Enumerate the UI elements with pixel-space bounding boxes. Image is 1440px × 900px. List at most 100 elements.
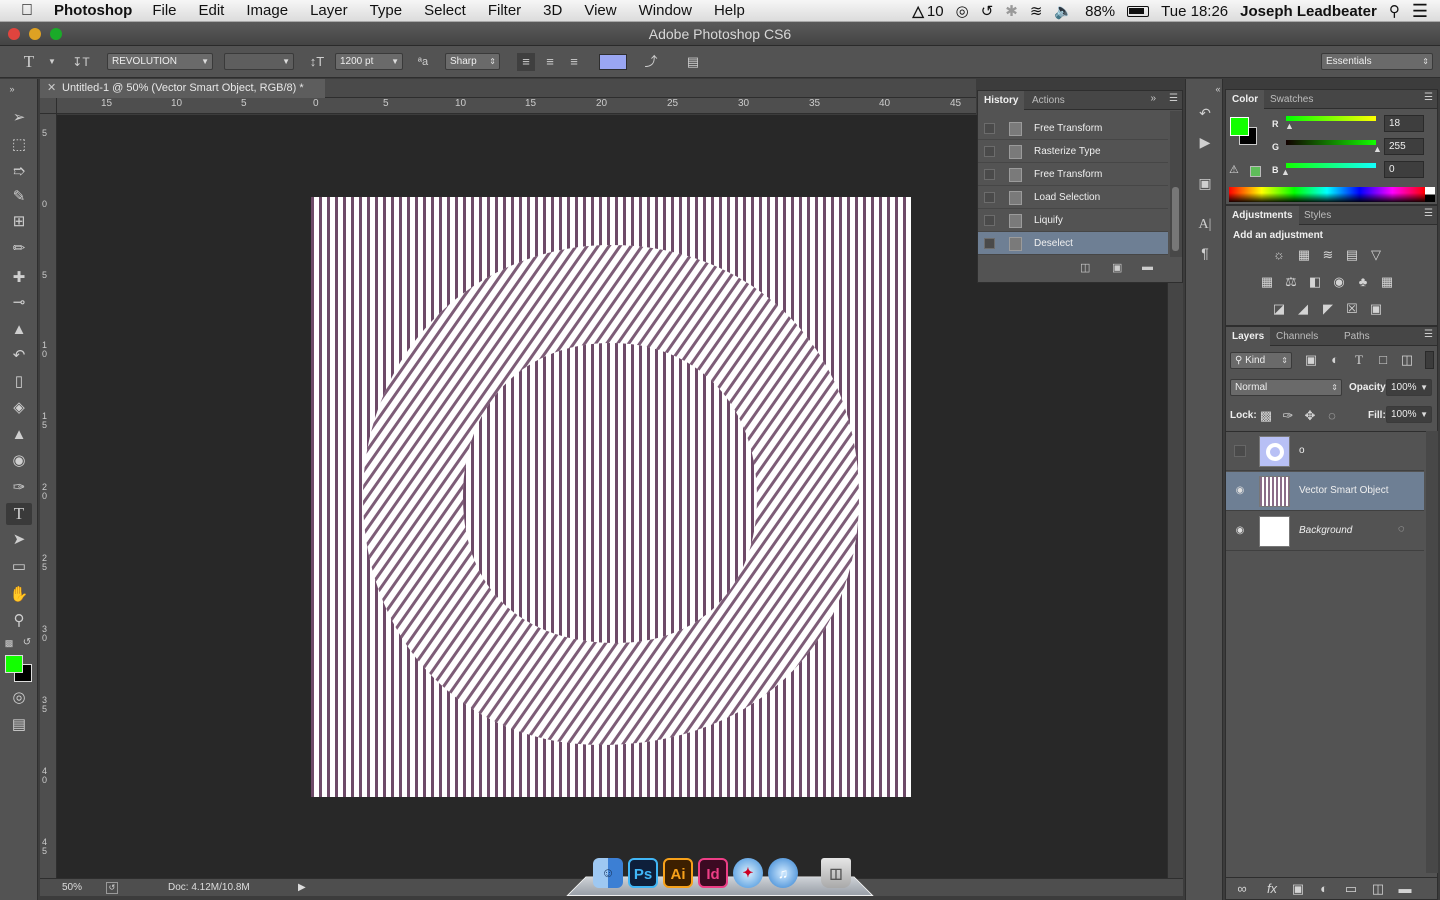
healing-brush-tool-icon[interactable]: ✚	[6, 267, 32, 289]
history-item[interactable]: Rasterize Type	[978, 140, 1168, 163]
blue-slider-thumb-icon[interactable]: ▲	[1281, 167, 1290, 177]
crop-tool-icon[interactable]: ⊞	[6, 211, 32, 233]
history-snapshot-checkbox[interactable]	[984, 123, 995, 134]
dock-app-illustrator[interactable]: Ai	[663, 858, 693, 888]
font-style-select[interactable]: ▼	[224, 53, 294, 70]
blend-mode-select[interactable]: Normal ⇕	[1230, 379, 1342, 396]
red-slider-thumb-icon[interactable]: ▲	[1285, 121, 1294, 131]
menu-app-name[interactable]: Photoshop	[54, 2, 132, 19]
character-panel-icon[interactable]: A|	[1195, 215, 1215, 235]
tab-paths[interactable]: Paths	[1338, 327, 1376, 346]
new-layer-icon[interactable]: ◫	[1370, 881, 1386, 897]
menu-file[interactable]: File	[142, 2, 188, 19]
document-tab[interactable]: ✕ Untitled-1 @ 50% (Vector Smart Object,…	[40, 79, 325, 98]
filter-shape-icon[interactable]: □	[1375, 352, 1391, 368]
red-value-field[interactable]: 18	[1384, 115, 1424, 132]
dodge-tool-icon[interactable]: ◉	[6, 450, 32, 472]
new-snapshot-icon[interactable]: ▣	[1112, 261, 1122, 274]
type-tool-preset-icon[interactable]: T	[20, 53, 38, 71]
zoom-window-button[interactable]	[50, 28, 62, 40]
filter-adjustment-icon[interactable]: ◐	[1327, 352, 1343, 368]
channel-mixer-icon[interactable]: ♣	[1355, 274, 1371, 290]
horizontal-ruler[interactable]: 15 10 5 0 5 10 15 20 25 30 35 40 45	[57, 98, 976, 114]
layer-name[interactable]: Background	[1299, 525, 1352, 536]
default-colors-icon[interactable]: ▩	[2, 632, 16, 654]
blue-value-field[interactable]: 0	[1384, 161, 1424, 178]
history-item[interactable]: Load Selection	[978, 186, 1168, 209]
brush-tool-icon[interactable]: ⊸	[6, 292, 32, 314]
menu-type[interactable]: Type	[360, 2, 415, 19]
layer-visibility-toggle[interactable]	[1234, 445, 1246, 457]
fill-field[interactable]: 100% ▼	[1386, 406, 1432, 423]
filter-toggle-switch[interactable]	[1425, 351, 1434, 369]
battery-icon[interactable]	[1127, 5, 1150, 17]
lock-position-icon[interactable]: ✥	[1302, 408, 1318, 424]
dock-app-photoshop[interactable]: Ps	[628, 858, 658, 888]
align-right-icon[interactable]: ≡	[565, 53, 583, 71]
hue-saturation-icon[interactable]: ▦	[1259, 274, 1275, 290]
history-item[interactable]: Liquify	[978, 209, 1168, 232]
eyedropper-tool-icon[interactable]: ✏	[6, 238, 32, 260]
close-window-button[interactable]	[8, 28, 20, 40]
menu-layer[interactable]: Layer	[300, 2, 360, 19]
quick-mask-icon[interactable]: ◎	[6, 687, 32, 709]
history-scroll-thumb[interactable]	[1172, 187, 1179, 251]
dock-trash-icon[interactable]: ◫	[821, 858, 851, 888]
screen-mode-icon[interactable]: ▤	[6, 714, 32, 736]
history-panel-icon[interactable]: ↶	[1195, 103, 1215, 123]
dock-app-finder[interactable]: ☺	[593, 858, 623, 888]
gamut-color-swatch[interactable]	[1250, 166, 1261, 177]
posterize-icon[interactable]: ◢	[1295, 301, 1311, 317]
clone-stamp-tool-icon[interactable]: ▲	[6, 319, 32, 341]
align-left-icon[interactable]: ≡	[517, 53, 535, 71]
tab-channels[interactable]: Channels	[1270, 327, 1324, 346]
panel-menu-icon[interactable]: ☰	[1424, 92, 1433, 103]
history-snapshot-checkbox[interactable]	[984, 192, 995, 203]
align-center-icon[interactable]: ≡	[541, 53, 559, 71]
exposure-icon[interactable]: ▤	[1344, 247, 1360, 263]
green-value-field[interactable]: 255	[1384, 138, 1424, 155]
panel-menu-icon[interactable]: ☰	[1424, 208, 1433, 219]
history-snapshot-checkbox[interactable]	[984, 169, 995, 180]
layer-name[interactable]: o	[1299, 445, 1305, 456]
menu-window[interactable]: Window	[629, 2, 704, 19]
actions-panel-icon[interactable]: ▶	[1195, 132, 1215, 152]
levels-icon[interactable]: ▦	[1296, 247, 1312, 263]
lasso-tool-icon[interactable]: ➱	[6, 161, 32, 183]
new-adjustment-layer-icon[interactable]: ◐	[1316, 881, 1332, 897]
layer-row[interactable]: ◉ Background ◌	[1226, 512, 1424, 551]
path-selection-tool-icon[interactable]: ➤	[6, 529, 32, 551]
time-machine-icon[interactable]: ↺	[981, 2, 994, 20]
color-lookup-icon[interactable]: ▦	[1379, 274, 1395, 290]
filter-smart-object-icon[interactable]: ◫	[1399, 352, 1415, 368]
green-slider[interactable]	[1286, 140, 1376, 145]
tab-swatches[interactable]: Swatches	[1264, 90, 1319, 109]
menu-select[interactable]: Select	[414, 2, 478, 19]
color-balance-icon[interactable]: ⚖	[1283, 274, 1299, 290]
adobe-updates-icon[interactable]: △ 10	[912, 2, 943, 20]
zoom-level[interactable]: 50%	[62, 879, 82, 897]
menu-edit[interactable]: Edit	[189, 2, 237, 19]
layer-thumbnail[interactable]	[1259, 436, 1290, 467]
delete-layer-icon[interactable]: ▬	[1397, 881, 1413, 897]
color-spectrum-ramp[interactable]	[1229, 187, 1425, 202]
toggle-text-orientation-icon[interactable]: ↧T	[72, 53, 90, 71]
layer-style-icon[interactable]: fx	[1264, 881, 1280, 897]
menu-view[interactable]: View	[574, 2, 628, 19]
tab-actions[interactable]: Actions	[1026, 91, 1071, 110]
close-document-icon[interactable]: ✕	[47, 79, 56, 98]
spectrum-black-white[interactable]	[1425, 187, 1435, 202]
menu-help[interactable]: Help	[704, 2, 757, 19]
history-snapshot-checkbox[interactable]	[984, 238, 995, 249]
menubar-user[interactable]: Joseph Leadbeater	[1240, 3, 1377, 20]
history-brush-tool-icon[interactable]: ↶	[6, 345, 32, 367]
invert-icon[interactable]: ◪	[1271, 301, 1287, 317]
creative-cloud-icon[interactable]: ◎	[956, 2, 969, 20]
hand-tool-icon[interactable]: ✋	[6, 584, 32, 606]
layer-thumbnail[interactable]	[1259, 476, 1290, 507]
blur-tool-icon[interactable]: ▲	[6, 424, 32, 446]
green-slider-thumb-icon[interactable]: ▲	[1373, 144, 1382, 154]
character-panel-icon[interactable]: ▤	[684, 53, 702, 71]
volume-icon[interactable]: 🔈	[1054, 2, 1073, 20]
font-size-select[interactable]: 1200 pt ▼	[335, 53, 403, 70]
